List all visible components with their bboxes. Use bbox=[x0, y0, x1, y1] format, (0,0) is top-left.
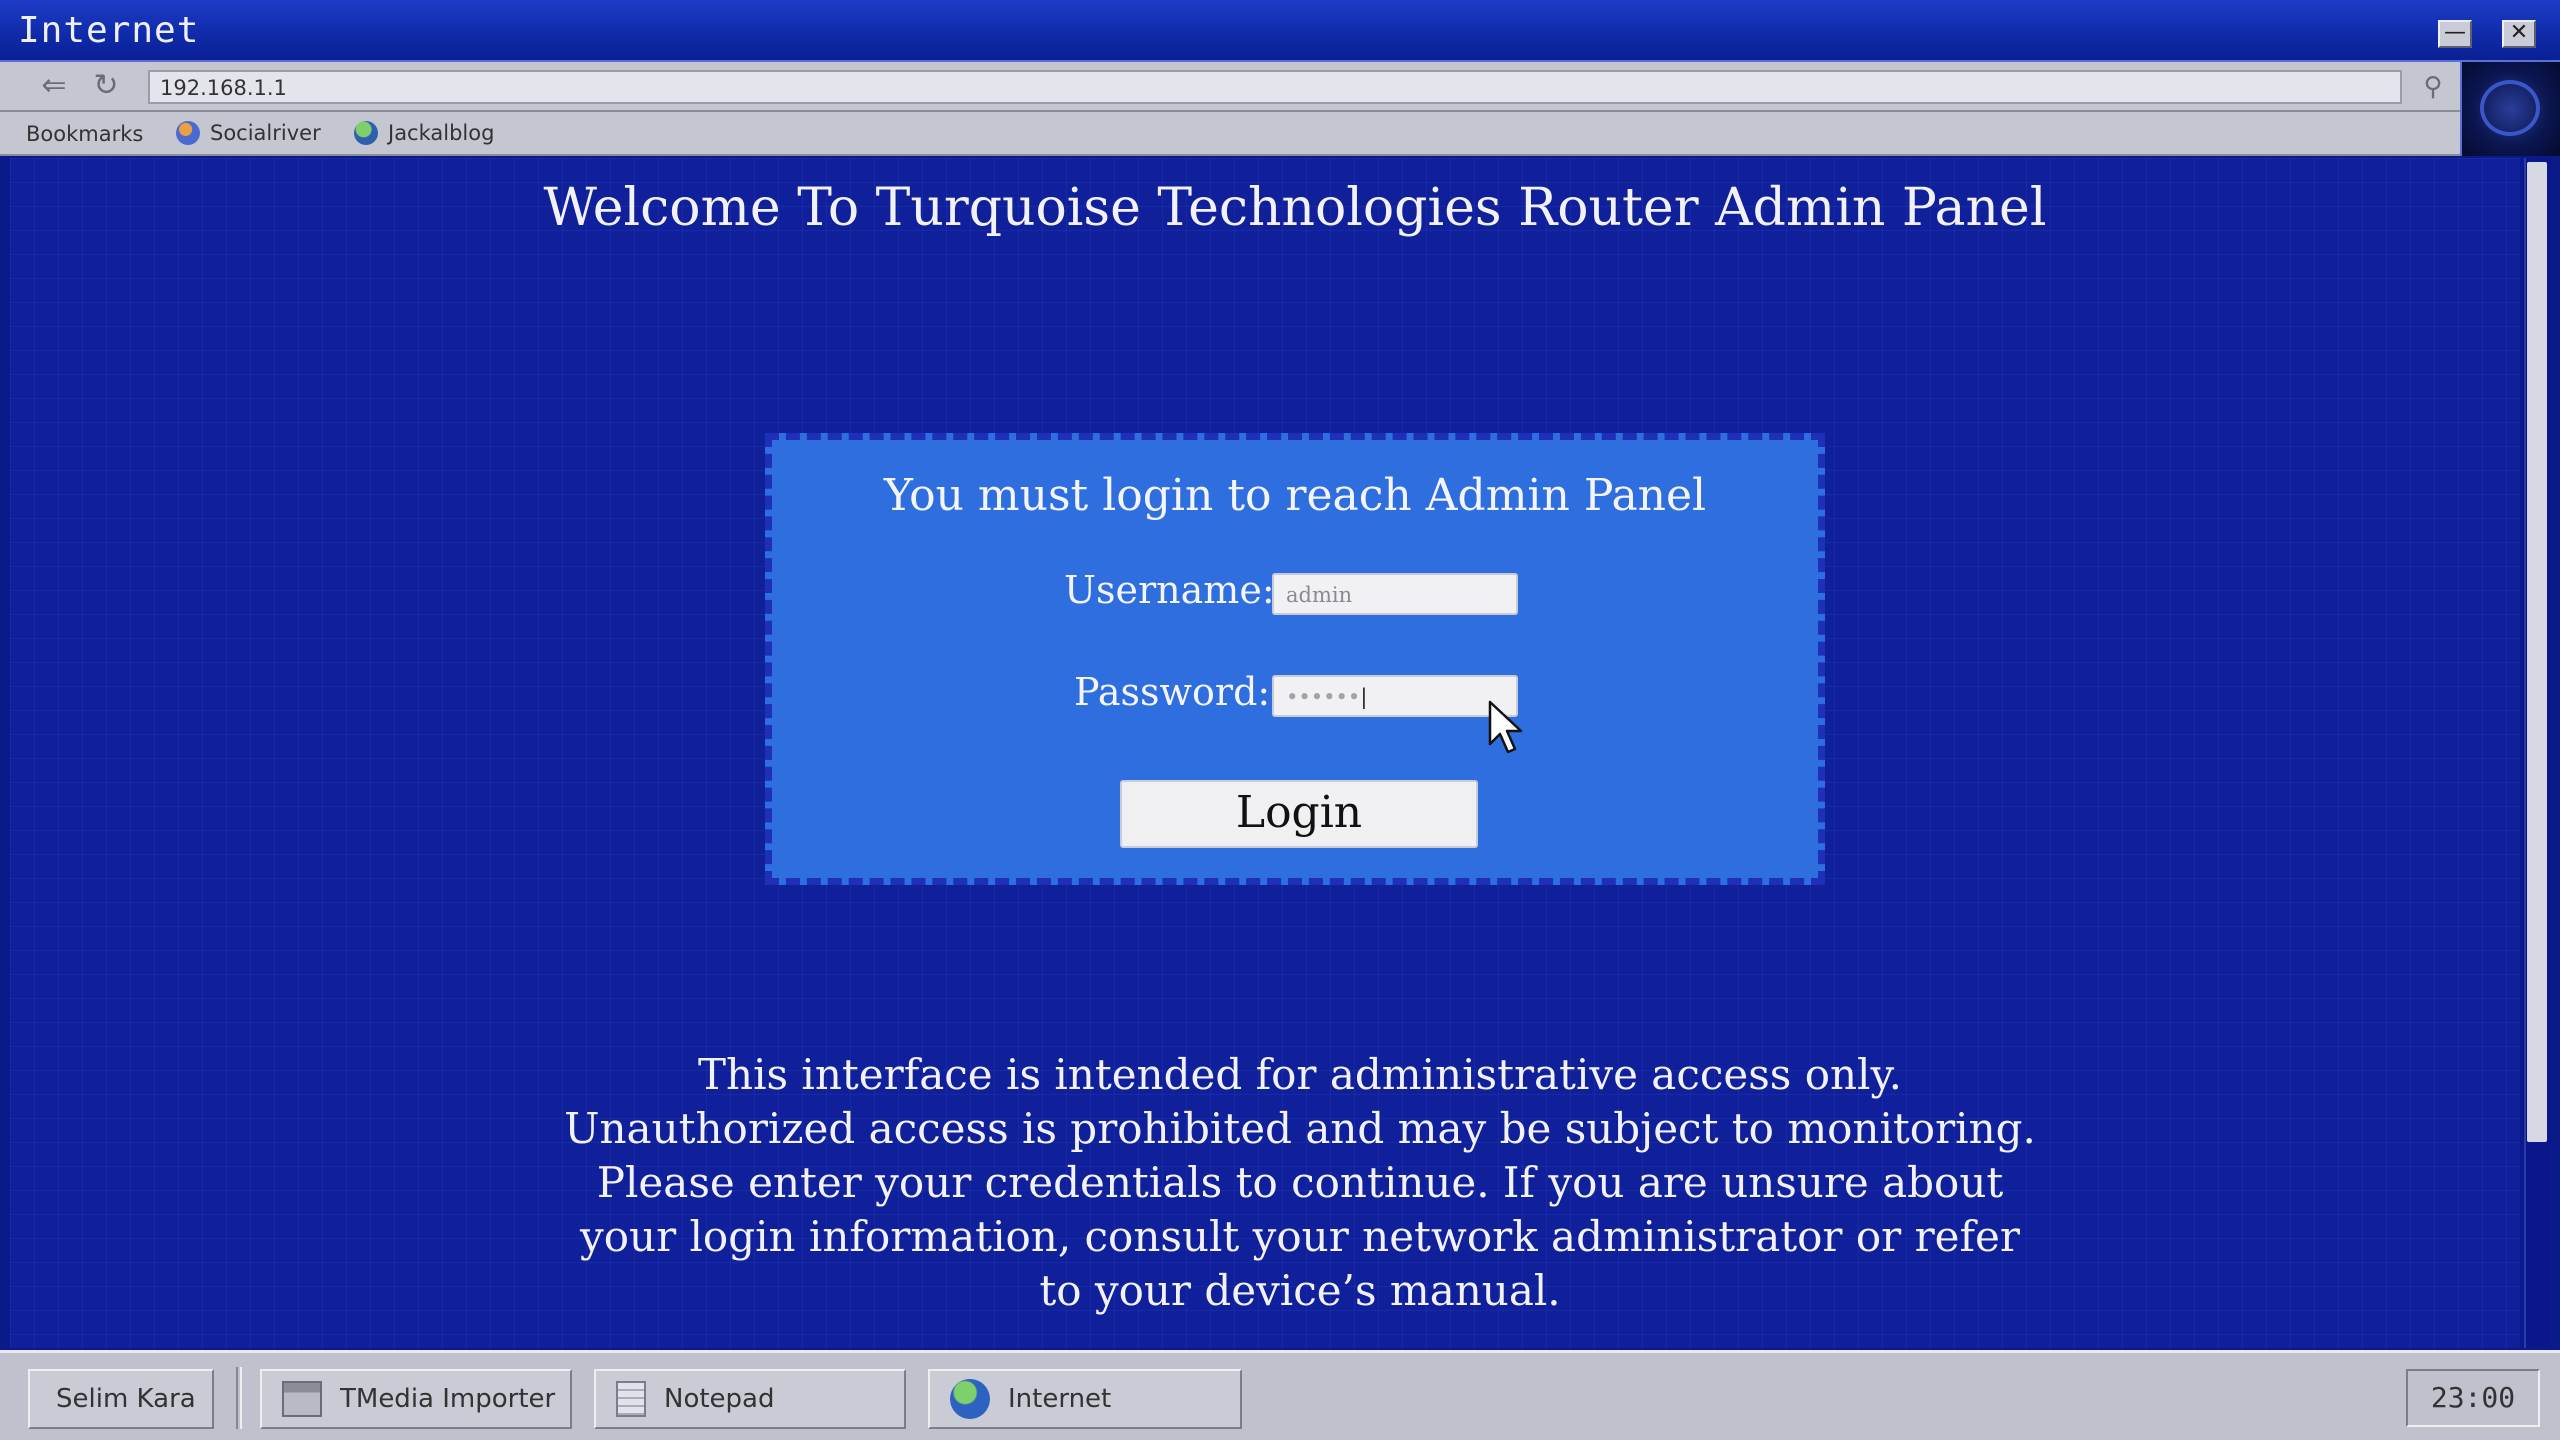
username-label: Username: bbox=[1064, 568, 1275, 612]
minimize-button[interactable]: — bbox=[2438, 20, 2472, 48]
task-label: Notepad bbox=[664, 1384, 775, 1414]
password-label: Password: bbox=[1074, 670, 1271, 714]
window-title: Internet bbox=[18, 10, 200, 51]
page-content: Welcome To Turquoise Technologies Router… bbox=[10, 158, 2520, 1348]
notice-line: your login information, consult your net… bbox=[580, 1212, 2020, 1261]
globe-ring bbox=[2480, 80, 2540, 136]
window-title-bar: Internet — ✕ bbox=[0, 0, 2560, 62]
globe-icon bbox=[950, 1379, 990, 1419]
bookmarks-label[interactable]: Bookmarks bbox=[26, 122, 143, 146]
notice-line: Please enter your credentials to continu… bbox=[596, 1158, 2004, 1207]
people-icon bbox=[176, 121, 200, 145]
taskbar-clock: 23:00 bbox=[2406, 1369, 2540, 1427]
bookmark-socialriver[interactable]: Socialriver bbox=[176, 121, 321, 145]
login-button[interactable]: Login bbox=[1120, 780, 1478, 848]
taskbar-divider bbox=[236, 1367, 242, 1429]
bookmarks-bar: Bookmarks Socialriver Jackalblog bbox=[0, 112, 2460, 156]
task-notepad[interactable]: Notepad bbox=[594, 1369, 906, 1429]
mouse-cursor-icon bbox=[1488, 700, 1523, 754]
bookmark-jackalblog[interactable]: Jackalblog bbox=[354, 121, 494, 145]
access-notice: This interface is intended for administr… bbox=[520, 1048, 2080, 1318]
browser-navbar: ⇐ ↻ 192.168.1.1 ⚲ bbox=[0, 62, 2460, 112]
close-button[interactable]: ✕ bbox=[2502, 20, 2536, 48]
page-title: Welcome To Turquoise Technologies Router… bbox=[543, 178, 2047, 238]
taskbar: Selim Kara TMedia Importer Notepad Inter… bbox=[0, 1350, 2560, 1440]
browser-globe-logo bbox=[2460, 62, 2560, 156]
back-arrow-icon[interactable]: ⇐ bbox=[36, 70, 72, 102]
task-internet[interactable]: Internet bbox=[928, 1369, 1242, 1429]
notice-line: to your device’s manual. bbox=[1039, 1266, 1561, 1315]
address-bar[interactable]: 192.168.1.1 bbox=[148, 70, 2402, 104]
notepad-icon bbox=[616, 1381, 646, 1417]
user-name: Selim Kara bbox=[56, 1384, 196, 1414]
media-importer-icon bbox=[282, 1381, 322, 1417]
username-value: admin bbox=[1286, 583, 1353, 607]
notice-line: This interface is intended for administr… bbox=[698, 1050, 1902, 1099]
search-icon[interactable]: ⚲ bbox=[2418, 71, 2448, 101]
notice-line: Unauthorized access is prohibited and ma… bbox=[564, 1104, 2036, 1153]
task-label: Internet bbox=[1008, 1384, 1112, 1414]
scrollbar-thumb[interactable] bbox=[2527, 162, 2547, 1142]
username-field[interactable]: admin bbox=[1272, 573, 1518, 615]
password-value: •••••• bbox=[1286, 685, 1361, 709]
globe-icon bbox=[354, 121, 378, 145]
task-tmedia-importer[interactable]: TMedia Importer bbox=[260, 1369, 572, 1429]
bookmark-label: Socialriver bbox=[210, 121, 321, 145]
refresh-icon[interactable]: ↻ bbox=[88, 70, 124, 102]
password-field[interactable]: ••••••| bbox=[1272, 675, 1518, 717]
task-label: TMedia Importer bbox=[340, 1384, 556, 1414]
bookmark-label: Jackalblog bbox=[388, 121, 495, 145]
login-panel-title: You must login to reach Admin Panel bbox=[883, 470, 1707, 521]
address-text: 192.168.1.1 bbox=[160, 76, 287, 100]
user-button[interactable]: Selim Kara bbox=[28, 1369, 214, 1429]
login-panel: You must login to reach Admin Panel User… bbox=[765, 433, 1825, 885]
